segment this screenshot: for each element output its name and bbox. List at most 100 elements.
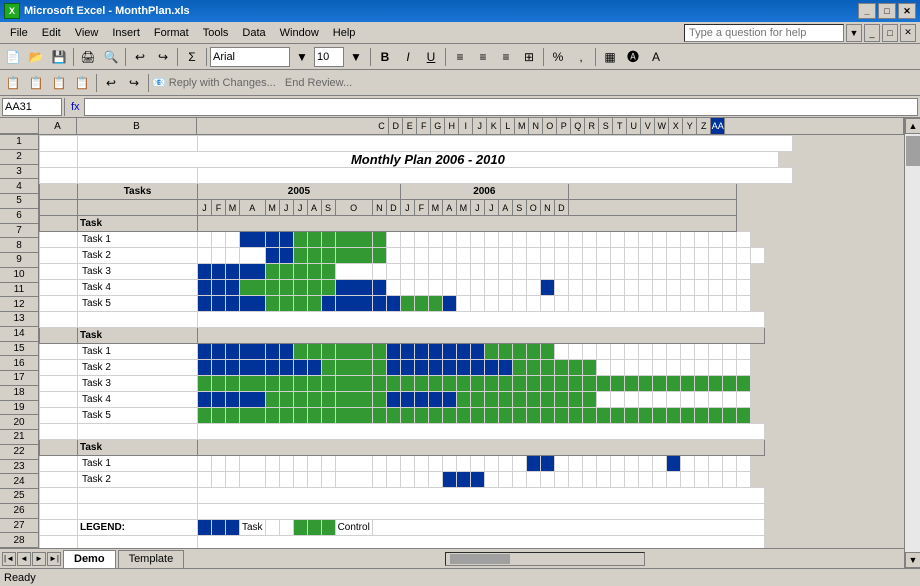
m-a1[interactable]: A [240,200,266,216]
gantt-green[interactable] [293,248,307,264]
menu-format[interactable]: Format [148,25,195,41]
title-bar-controls[interactable]: _ □ ✕ [858,3,916,19]
m-o1[interactable]: O [335,200,372,216]
col-d[interactable]: D [389,118,403,134]
gantt-green[interactable] [428,296,442,312]
gantt-green[interactable] [307,264,321,280]
cell-b17[interactable]: Task 4 [78,392,198,408]
cell-a4[interactable] [40,184,78,200]
gantt-green[interactable] [321,232,335,248]
gantt-blue[interactable] [240,296,266,312]
menu-file[interactable]: File [4,25,34,41]
percent-button[interactable]: % [547,46,569,68]
gantt-green[interactable] [279,264,293,280]
gantt-green[interactable] [307,232,321,248]
tb2-btn1[interactable]: 📋 [2,72,24,94]
cell-b15[interactable]: Task 2 [78,360,198,376]
gantt-green[interactable] [321,280,335,296]
gantt-green[interactable] [307,296,321,312]
gantt-green[interactable] [335,232,372,248]
gantt-green[interactable] [321,248,335,264]
fill-color-button[interactable]: 🅐 [622,46,644,68]
font-size-selector[interactable] [314,47,344,67]
cell-a3[interactable] [40,168,78,184]
row-8[interactable]: 8 [0,238,39,253]
font-size-dropdown[interactable]: ▼ [345,46,367,68]
m-m4[interactable]: M [456,200,470,216]
row-4[interactable]: 4 [0,179,39,194]
open-button[interactable]: 📂 [25,46,47,68]
redo-button[interactable]: ↪ [152,46,174,68]
row-28[interactable]: 28 [0,533,39,548]
col-w[interactable]: W [655,118,669,134]
gantt-blue[interactable] [198,264,212,280]
row-13[interactable]: 13 [0,312,39,327]
cell-a5[interactable] [40,200,78,216]
gantt-green[interactable] [265,264,279,280]
tb2-btn2[interactable]: 📋 [25,72,47,94]
gantt-green[interactable] [240,280,266,296]
font-dropdown[interactable]: ▼ [291,46,313,68]
gantt-green[interactable] [335,248,372,264]
tab-scroll-next[interactable]: ► [32,552,46,566]
row-1[interactable]: 1 [0,135,39,150]
formula-input[interactable] [84,98,918,116]
row-9[interactable]: 9 [0,253,39,268]
col-k[interactable]: K [487,118,501,134]
row-3[interactable]: 3 [0,165,39,180]
gantt-blue[interactable] [240,264,266,280]
row-21[interactable]: 21 [0,430,39,445]
sum-button[interactable]: Σ [181,46,203,68]
gantt-green[interactable] [321,264,335,280]
gantt-green[interactable] [400,296,414,312]
m-a2[interactable]: A [307,200,321,216]
gantt-blue[interactable] [212,296,226,312]
row-7[interactable]: 7 [0,224,39,239]
window-restore-button[interactable]: □ [882,24,898,42]
gantt-green[interactable] [265,296,279,312]
col-header-b[interactable]: B [77,118,197,134]
minimize-button[interactable]: _ [858,3,876,19]
tab-scroll-last[interactable]: ►| [47,552,61,566]
cell-b22[interactable]: Task 2 [78,472,198,488]
gantt-blue[interactable] [279,232,293,248]
col-l[interactable]: L [501,118,515,134]
gantt-blue[interactable] [240,232,266,248]
preview-button[interactable]: 🔍 [100,46,122,68]
m-j6[interactable]: J [484,200,498,216]
gantt-blue[interactable] [442,296,456,312]
font-selector[interactable] [210,47,290,67]
align-center-button[interactable]: ≡ [472,46,494,68]
col-q[interactable]: Q [571,118,585,134]
col-m[interactable]: M [515,118,529,134]
cell-b11[interactable]: Task 5 [78,296,198,312]
tab-scroll-prev[interactable]: ◄ [17,552,31,566]
col-r[interactable]: R [585,118,599,134]
col-n[interactable]: N [529,118,543,134]
col-i[interactable]: I [459,118,473,134]
col-v[interactable]: V [641,118,655,134]
row-14[interactable]: 14 [0,327,39,342]
m-o2[interactable]: O [526,200,540,216]
h-scroll-thumb[interactable] [450,554,510,564]
m-d2[interactable]: D [554,200,568,216]
gantt-blue[interactable] [279,248,293,264]
save-button[interactable]: 💾 [48,46,70,68]
window-min-button[interactable]: _ [864,24,880,42]
bold-button[interactable]: B [374,46,396,68]
scroll-track[interactable] [905,134,920,552]
gantt-blue[interactable] [265,232,279,248]
col-aa[interactable]: AA [711,118,725,134]
gantt-green[interactable] [372,248,386,264]
row-5[interactable]: 5 [0,194,39,209]
m-m3[interactable]: M [428,200,442,216]
underline-button[interactable]: U [420,46,442,68]
align-left-button[interactable]: ≡ [449,46,471,68]
row-2[interactable]: 2 [0,150,39,165]
col-t[interactable]: T [613,118,627,134]
m-a3[interactable]: A [442,200,456,216]
row-12[interactable]: 12 [0,297,39,312]
row-27[interactable]: 27 [0,519,39,534]
gantt-green[interactable] [293,232,307,248]
gantt-blue[interactable] [226,280,240,296]
